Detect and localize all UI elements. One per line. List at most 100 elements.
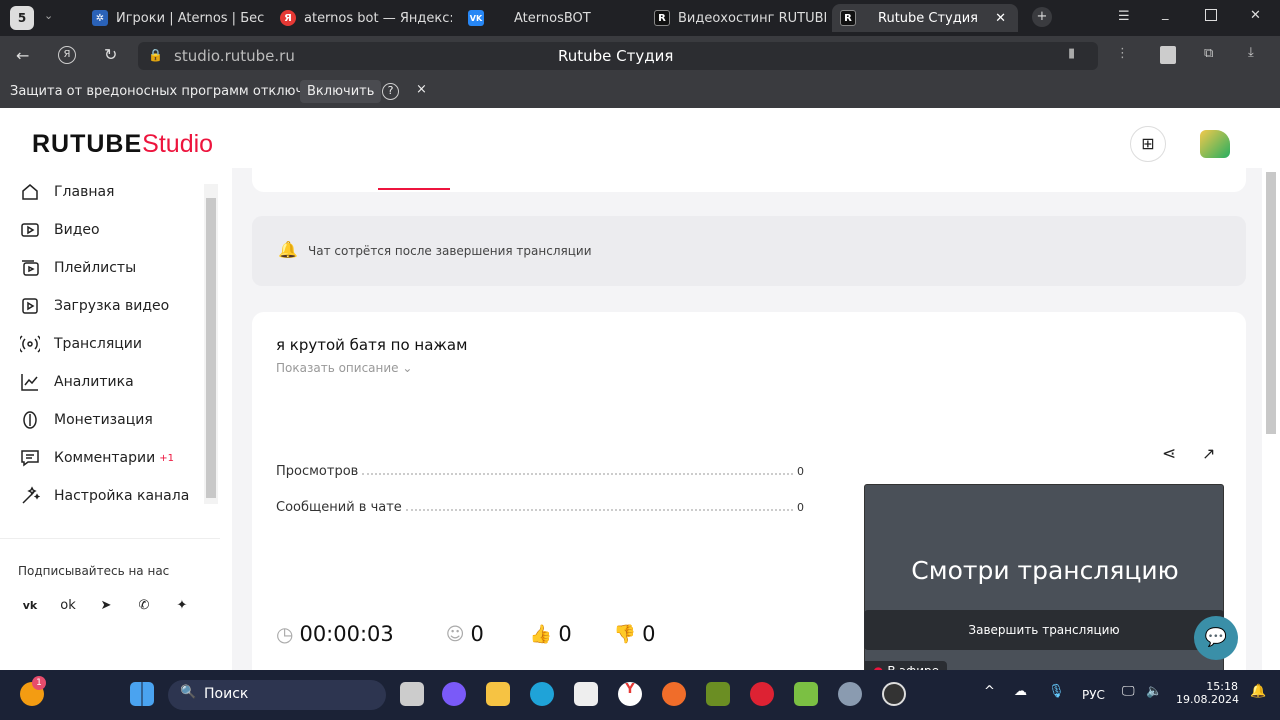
- tab-label: AternosBOT: [514, 10, 591, 26]
- minimize-icon[interactable]: _: [1162, 6, 1169, 21]
- chat-notice: 🔔 Чат сотрётся после завершения трансляц…: [252, 216, 1246, 286]
- tab-label: Игроки | Aternos | Бесп: [116, 10, 264, 26]
- yandex-home-icon[interactable]: Я: [58, 46, 76, 64]
- follow-us-label: Подписывайтесь на нас: [18, 564, 170, 578]
- upload-icon: [22, 298, 38, 314]
- network-icon[interactable]: 🖵: [1122, 684, 1135, 699]
- analytics-icon: [21, 374, 38, 391]
- sidebar-item-label: Аналитика: [54, 374, 134, 390]
- start-icon[interactable]: [130, 682, 154, 706]
- bell-icon: 🔔: [278, 240, 298, 259]
- end-stream-button[interactable]: Завершить трансляцию: [864, 610, 1224, 650]
- sidebar-item-comments[interactable]: Комментарии +1: [20, 448, 174, 468]
- page-title-in-url: Rutube Студия: [558, 47, 674, 65]
- dislikes-count: 0: [642, 622, 656, 646]
- widgets-icon[interactable]: 1: [20, 676, 46, 706]
- obs-icon[interactable]: [882, 682, 906, 706]
- back-icon[interactable]: ←: [16, 46, 29, 65]
- sidebar-item-video[interactable]: Видео: [20, 220, 100, 240]
- close-window-icon[interactable]: ✕: [1250, 8, 1261, 23]
- download-icon[interactable]: ⤓: [1248, 45, 1254, 60]
- sidebar-item-channel-settings[interactable]: Настройка канала: [20, 486, 189, 506]
- rutube-logo[interactable]: RUTUBEStudio: [32, 130, 213, 159]
- like-icon: 👍: [529, 623, 553, 645]
- help-icon[interactable]: ?: [382, 83, 399, 100]
- enable-protection-button[interactable]: Включить: [300, 80, 382, 103]
- volume-icon[interactable]: 🔈: [1146, 684, 1162, 699]
- notifications-icon[interactable]: 🔔: [1250, 684, 1266, 699]
- cloud-icon[interactable]: ☁: [1014, 684, 1027, 699]
- sidebar-scrollbar[interactable]: [204, 184, 218, 504]
- microphone-icon[interactable]: 🎙: [1048, 684, 1065, 699]
- url-bar[interactable]: 🔒 studio.rutube.ru Rutube Студия ▮: [138, 42, 1098, 70]
- tabs-card: [252, 168, 1246, 192]
- add-content-button[interactable]: ⊞: [1130, 126, 1166, 162]
- close-warning-icon[interactable]: ×: [416, 82, 427, 97]
- tab-2[interactable]: Яaternos bot — Яндекс: н: [272, 4, 452, 32]
- vk-icon: VK: [468, 10, 484, 26]
- open-external-icon[interactable]: ↗: [1202, 444, 1215, 463]
- maximize-icon[interactable]: [1205, 9, 1217, 21]
- sidebar-item-label: Трансляции: [54, 336, 142, 352]
- telegram-icon[interactable]: ➤: [94, 594, 118, 618]
- clock-icon: ◷: [276, 622, 294, 646]
- stat-row-chat-messages: Сообщений в чате 0: [276, 500, 804, 515]
- sidebar-item-label: Главная: [54, 184, 115, 200]
- sidebar-item-label: Видео: [54, 222, 100, 238]
- tab-1[interactable]: ✲ Игроки | Aternos | Бесп: [84, 4, 264, 32]
- sidebar-item-label: Плейлисты: [54, 260, 137, 276]
- sidebar-item-playlists[interactable]: Плейлисты: [20, 258, 136, 278]
- reload-icon[interactable]: ↻: [104, 45, 117, 64]
- search-box[interactable]: 🔍 Поиск: [168, 680, 386, 710]
- edge-icon[interactable]: [530, 682, 554, 706]
- teams-icon[interactable]: [442, 682, 466, 706]
- show-description-button[interactable]: Показать описание ⌄: [276, 361, 412, 375]
- vk-icon[interactable]: vk: [18, 594, 42, 618]
- settings-icon[interactable]: [838, 682, 862, 706]
- sidebar-item-upload[interactable]: Загрузка видео: [20, 296, 169, 316]
- viber-icon[interactable]: ✆: [132, 594, 156, 618]
- sidebar-item-analytics[interactable]: Аналитика: [20, 372, 134, 392]
- sidebar-item-label: Монетизация: [54, 412, 153, 428]
- new-tab-button[interactable]: +: [1032, 7, 1052, 27]
- app-icon[interactable]: [662, 682, 686, 706]
- sidebar-item-broadcasts[interactable]: Трансляции: [20, 334, 142, 354]
- stream-preview[interactable]: Смотри трансляцию ● В эфире: [864, 484, 1224, 684]
- collections-icon[interactable]: ⧉: [1204, 46, 1213, 61]
- extension-icon[interactable]: [1160, 46, 1176, 64]
- tab-5-active[interactable]: R Rutube Студия ✕: [832, 4, 1018, 32]
- tab-count-button[interactable]: 5: [10, 6, 34, 30]
- minecraft-icon[interactable]: [706, 682, 730, 706]
- sidebar-item-monetization[interactable]: Монетизация: [20, 410, 153, 430]
- comments-icon: [21, 450, 39, 467]
- store-icon[interactable]: [574, 682, 598, 706]
- clock[interactable]: 15:18 19.08.2024: [1176, 680, 1239, 706]
- warning-text: Защита от вредоносных программ отключена: [10, 84, 328, 99]
- avatar[interactable]: [1200, 130, 1230, 158]
- tab-4[interactable]: R Видеохостинг RUTUBE: [646, 4, 826, 32]
- chevron-down-icon[interactable]: ⌄: [44, 9, 53, 22]
- menu-icon[interactable]: ☰: [1118, 9, 1130, 24]
- support-chat-button[interactable]: 💬: [1194, 616, 1238, 660]
- yandex-browser-icon[interactable]: Y: [618, 682, 642, 706]
- close-tab-icon[interactable]: ✕: [995, 11, 1006, 26]
- zen-icon[interactable]: ✦: [170, 594, 194, 618]
- settings-icon: [22, 486, 40, 504]
- tray-chevron-icon[interactable]: ^: [984, 684, 995, 699]
- bookmark-icon[interactable]: ▮: [1068, 46, 1075, 61]
- page-scrollbar[interactable]: [1264, 172, 1278, 668]
- app-icon[interactable]: [750, 682, 774, 706]
- more-icon[interactable]: ⋮: [1116, 46, 1129, 61]
- sidebar-item-home[interactable]: Главная: [20, 182, 114, 202]
- share-icon[interactable]: ⋖: [1162, 444, 1176, 464]
- likes-count: 0: [558, 622, 572, 646]
- broadcast-icon: [20, 335, 40, 353]
- odnoklassniki-icon[interactable]: ok: [56, 594, 80, 618]
- task-view-icon[interactable]: [400, 682, 424, 706]
- file-explorer-icon[interactable]: [486, 682, 510, 706]
- sidebar-item-label: Настройка канала: [54, 488, 190, 504]
- tab-3[interactable]: VK AternosBOT: [460, 4, 640, 32]
- minecraft-launcher-icon[interactable]: [794, 682, 818, 706]
- active-tab-indicator: [378, 188, 450, 190]
- language-indicator[interactable]: РУС: [1082, 688, 1105, 702]
